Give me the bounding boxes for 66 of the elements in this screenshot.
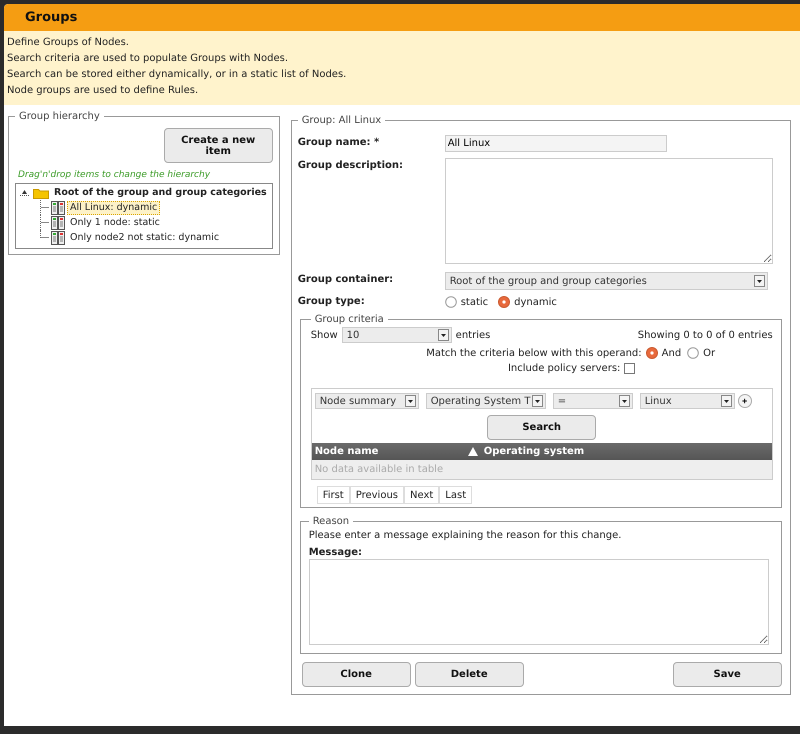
field-label: Group name: * bbox=[298, 136, 380, 148]
radio-button[interactable] bbox=[646, 347, 658, 359]
page-button[interactable]: Last bbox=[439, 486, 472, 504]
add-button[interactable]: + bbox=[738, 394, 752, 408]
action-button[interactable]: Delete bbox=[414, 662, 524, 687]
server-icon bbox=[51, 230, 65, 244]
radio-button[interactable] bbox=[444, 296, 457, 308]
search-button[interactable]: Search bbox=[487, 415, 596, 440]
checkbox[interactable] bbox=[624, 363, 636, 374]
tree-item[interactable]: Root of the group and group categories bbox=[51, 186, 270, 200]
dropdown[interactable]: Linux bbox=[640, 393, 735, 409]
column-header[interactable]: Node name bbox=[314, 446, 378, 457]
page-button[interactable]: Previous bbox=[350, 486, 404, 504]
collapse-icon[interactable] bbox=[20, 189, 29, 196]
server-icon bbox=[51, 200, 65, 214]
hint-text: Drag'n'drop items to change the hierarchy bbox=[18, 170, 212, 180]
empty-message: No data available in table bbox=[314, 464, 444, 475]
include-label: Include policy servers: bbox=[508, 363, 620, 374]
page-button[interactable]: First bbox=[316, 486, 350, 504]
panel-title: Group: All Linux bbox=[300, 115, 382, 126]
create-button[interactable]: Create a new item bbox=[164, 128, 273, 163]
field-label: Group type: bbox=[298, 296, 366, 307]
entries-label: entries bbox=[456, 330, 490, 340]
radio-button[interactable] bbox=[687, 347, 700, 359]
field-label: Group container: bbox=[298, 273, 394, 285]
show-label: Show bbox=[310, 330, 338, 340]
operand-label: Match the criteria below with this operand: bbox=[426, 348, 642, 358]
caret-icon bbox=[618, 395, 630, 407]
action-button[interactable]: Save bbox=[672, 662, 782, 687]
dropdown[interactable]: Root of the group and group categories bbox=[444, 272, 768, 290]
description-text: Search can be stored either dynamically, or in a static list of Nodes. bbox=[7, 68, 348, 82]
message-field[interactable] bbox=[308, 559, 769, 645]
action-button[interactable]: Clone bbox=[302, 662, 411, 687]
dropdown[interactable]: = bbox=[552, 393, 633, 409]
folder-icon bbox=[33, 186, 49, 198]
radio-label: static bbox=[460, 296, 488, 308]
radio-label: Or bbox=[703, 348, 716, 358]
input-field[interactable]: All Linux bbox=[444, 135, 667, 152]
message-label: Message: bbox=[308, 547, 364, 558]
caret-icon bbox=[532, 395, 543, 407]
caret-icon bbox=[438, 329, 449, 341]
radio-button[interactable] bbox=[498, 296, 510, 308]
radio-label: dynamic bbox=[514, 296, 557, 308]
dropdown[interactable]: Operating System T bbox=[426, 393, 546, 409]
tree-item[interactable]: Only node2 not static: dynamic bbox=[67, 230, 222, 244]
column-header[interactable]: Operating system bbox=[484, 446, 584, 457]
caret-icon bbox=[754, 275, 765, 287]
server-icon bbox=[51, 216, 65, 230]
description-text: Search criteria are used to populate Groups with Nodes. bbox=[7, 52, 290, 66]
panel-title: Reason bbox=[312, 516, 350, 527]
caret-icon bbox=[720, 395, 732, 407]
field-label: Group description: bbox=[298, 159, 404, 171]
prompt-text: Please enter a message explaining the reason for this change. bbox=[308, 530, 622, 541]
dropdown[interactable]: 10 bbox=[342, 327, 452, 343]
info-text: Showing 0 to 0 of 0 entries bbox=[638, 330, 773, 340]
radio-label: And bbox=[662, 348, 682, 358]
page-title: Groups bbox=[25, 10, 78, 25]
panel-title: Group criteria bbox=[314, 314, 385, 325]
panel-title: Group hierarchy bbox=[18, 111, 101, 122]
caret-icon bbox=[404, 395, 416, 407]
page-button[interactable]: Next bbox=[404, 486, 440, 504]
tree-item[interactable]: Only 1 node: static bbox=[67, 216, 163, 230]
tree-item[interactable]: All Linux: dynamic bbox=[67, 200, 160, 214]
description-text: Define Groups of Nodes. bbox=[7, 36, 130, 50]
description-text: Node groups are used to define Rules. bbox=[7, 84, 200, 98]
dropdown[interactable]: Node summary bbox=[314, 393, 419, 409]
